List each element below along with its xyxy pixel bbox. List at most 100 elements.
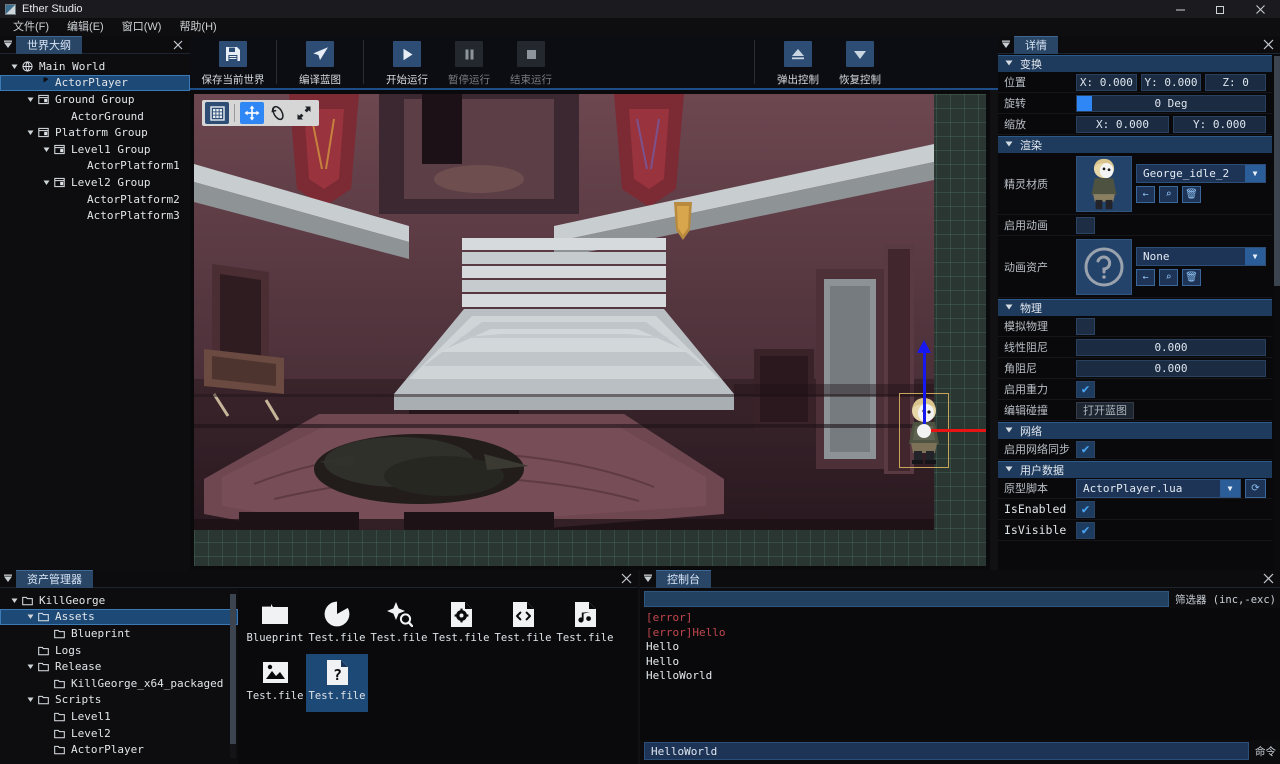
gizmo-center-handle[interactable]: [917, 424, 931, 438]
rotate-tool-icon[interactable]: [266, 102, 290, 124]
outliner-item[interactable]: Level2 Group: [0, 174, 190, 191]
asset-tree-item[interactable]: Level1: [0, 708, 238, 725]
viewport-canvas[interactable]: [194, 94, 986, 566]
back-icon[interactable]: ←: [1136, 186, 1155, 203]
gizmo-y-arrowhead[interactable]: [917, 340, 931, 353]
restore-control-button[interactable]: 恢复控制: [829, 36, 891, 87]
section-caret-icon[interactable]: [998, 426, 1020, 436]
asset-file-item[interactable]: ? Test.file: [306, 654, 368, 712]
outliner-item[interactable]: ActorPlatform1: [0, 158, 190, 175]
expand-caret-icon[interactable]: [24, 663, 36, 670]
position-x-input[interactable]: X: 0.000: [1076, 73, 1137, 91]
console-close-icon[interactable]: [1258, 570, 1278, 588]
move-tool-icon[interactable]: [240, 102, 264, 124]
stop-run-button[interactable]: 结束运行: [500, 36, 562, 87]
scale-y-input[interactable]: Y: 0.000: [1173, 115, 1266, 133]
outliner-item[interactable]: Main World: [0, 58, 190, 75]
section-caret-icon[interactable]: [998, 59, 1020, 69]
assets-collapse-icon[interactable]: [0, 570, 16, 588]
chevron-down-icon[interactable]: ▼: [1245, 165, 1265, 182]
rotation-slider[interactable]: 0 Deg: [1076, 94, 1266, 112]
unknown-thumb[interactable]: [1076, 238, 1132, 295]
menu-help[interactable]: 帮助(H): [170, 19, 225, 35]
tab-details[interactable]: 详情: [1014, 35, 1058, 54]
asset-tree-item[interactable]: Scripts: [0, 692, 238, 709]
checkbox-启用重力[interactable]: ✔: [1076, 380, 1095, 398]
minimize-button[interactable]: [1160, 0, 1200, 18]
details-section-header[interactable]: 渲染: [998, 136, 1272, 153]
maximize-button[interactable]: [1200, 0, 1240, 18]
script-dropdown[interactable]: ActorPlayer.lua ▼: [1076, 478, 1241, 498]
details-section-header[interactable]: 物理: [998, 299, 1272, 316]
outliner-item[interactable]: ActorPlatform3: [0, 207, 190, 224]
search-icon[interactable]: ⌕: [1159, 269, 1178, 286]
expand-caret-icon[interactable]: [8, 597, 20, 604]
asset-file-item[interactable]: Test.file: [554, 596, 616, 654]
checkbox-启用动画[interactable]: [1076, 216, 1095, 234]
asset-file-item[interactable]: Blueprint: [244, 596, 306, 654]
outliner-item[interactable]: ActorPlatform2: [0, 191, 190, 208]
asset-file-item[interactable]: Test.file: [244, 654, 306, 712]
close-button[interactable]: [1240, 0, 1280, 18]
search-icon[interactable]: ⌕: [1159, 186, 1178, 203]
chevron-down-icon[interactable]: ▼: [1245, 248, 1265, 265]
checkbox-IsEnabled[interactable]: ✔: [1076, 500, 1095, 518]
asset-file-item[interactable]: Test.file: [492, 596, 554, 654]
expand-caret-icon[interactable]: [24, 129, 36, 136]
position-z-input[interactable]: Z: 0: [1205, 73, 1267, 91]
gizmo-y-axis[interactable]: [923, 347, 926, 432]
start-run-button[interactable]: 开始运行: [376, 36, 438, 87]
expand-caret-icon[interactable]: [40, 179, 52, 186]
gizmo-x-axis[interactable]: [925, 429, 986, 432]
console-filter-input[interactable]: [644, 591, 1169, 607]
refresh-icon[interactable]: ⟳: [1245, 478, 1266, 498]
chevron-down-icon[interactable]: ▼: [1220, 479, 1240, 497]
asset-dropdown[interactable]: None ▼: [1136, 247, 1266, 266]
compile-blueprint-button[interactable]: 编译蓝图: [289, 36, 351, 87]
asset-tree-item[interactable]: Assets: [0, 608, 238, 626]
scale-x-input[interactable]: X: 0.000: [1076, 115, 1169, 133]
outliner-collapse-icon[interactable]: [0, 36, 16, 54]
pause-run-button[interactable]: 暂停运行: [438, 36, 500, 87]
asset-tree-item[interactable]: Level2: [0, 725, 238, 742]
details-close-icon[interactable]: [1258, 36, 1278, 54]
outliner-item[interactable]: ActorGround: [0, 108, 190, 125]
sprite-thumb[interactable]: [1076, 155, 1132, 212]
outliner-close-icon[interactable]: [168, 36, 188, 54]
asset-file-item[interactable]: Test.file: [368, 596, 430, 654]
rotation-slider-knob[interactable]: [1077, 95, 1092, 111]
asset-tree-scrollbar-thumb[interactable]: [230, 594, 236, 744]
expand-caret-icon[interactable]: [40, 146, 52, 153]
tab-world-outliner[interactable]: 世界大纲: [16, 35, 82, 54]
section-caret-icon[interactable]: [998, 465, 1020, 475]
details-collapse-icon[interactable]: [998, 36, 1014, 54]
expand-caret-icon[interactable]: [24, 613, 36, 620]
checkbox-启用网络同步[interactable]: ✔: [1076, 440, 1095, 458]
number-input[interactable]: 0.000: [1076, 359, 1266, 377]
outliner-item[interactable]: Platform Group: [0, 124, 190, 141]
asset-tree-item[interactable]: KillGeorge: [0, 592, 238, 609]
grid-toggle-icon[interactable]: [205, 102, 229, 124]
asset-file-item[interactable]: Test.file: [430, 596, 492, 654]
save-world-button[interactable]: 保存当前世界: [202, 36, 265, 87]
asset-tree-item[interactable]: Blueprint: [0, 625, 238, 642]
details-scrollbar-track[interactable]: [1274, 54, 1280, 570]
expand-caret-icon[interactable]: [24, 696, 36, 703]
open-blueprint-button[interactable]: 打开蓝图: [1076, 401, 1134, 419]
details-section-header[interactable]: 变换: [998, 55, 1272, 72]
checkbox-IsVisible[interactable]: ✔: [1076, 521, 1095, 539]
delete-icon[interactable]: 🗑: [1182, 269, 1201, 286]
details-scrollbar-thumb[interactable]: [1274, 56, 1280, 286]
menu-file[interactable]: 文件(F): [4, 19, 58, 35]
expand-caret-icon[interactable]: [8, 63, 20, 70]
asset-tree-item[interactable]: Release: [0, 658, 238, 675]
asset-tree-item[interactable]: ActorPlayer: [0, 741, 238, 758]
checkbox-模拟物理[interactable]: [1076, 317, 1095, 335]
outliner-item[interactable]: Level1 Group: [0, 141, 190, 158]
tab-asset-manager[interactable]: 资产管理器: [16, 569, 93, 588]
details-section-header[interactable]: 用户数据: [998, 461, 1272, 478]
position-y-input[interactable]: Y: 0.000: [1140, 73, 1202, 91]
console-command-input[interactable]: HelloWorld: [644, 742, 1249, 760]
section-caret-icon[interactable]: [998, 303, 1020, 313]
menu-window[interactable]: 窗口(W): [113, 19, 171, 35]
